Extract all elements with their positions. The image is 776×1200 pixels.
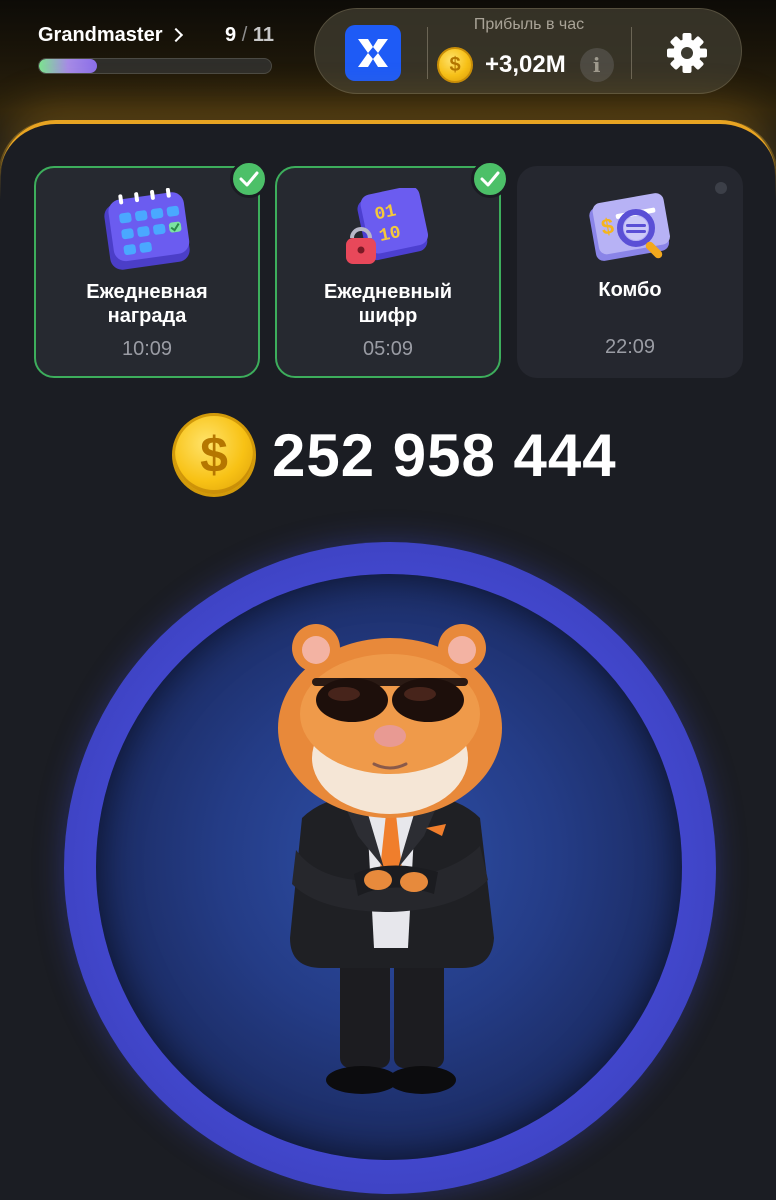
- balance: $ 252 958 444: [172, 412, 617, 498]
- coin-symbol: $: [449, 53, 461, 76]
- combo-card-icon: $: [589, 193, 670, 261]
- level-name-link[interactable]: Grandmaster: [38, 23, 183, 47]
- calendar-icon: [104, 188, 190, 270]
- card-timer: 22:09: [604, 336, 656, 358]
- level-separator: /: [236, 23, 253, 46]
- balance-value: 252 958 444: [272, 421, 617, 489]
- card-timer: 10:09: [121, 338, 173, 360]
- level-progress-bar: [38, 58, 272, 74]
- level-current: 9: [225, 23, 237, 46]
- profit-panel: Прибыль в час $ +3,02M i: [314, 8, 742, 94]
- settings-button[interactable]: [665, 31, 709, 75]
- combo-card[interactable]: $ Комбо 22:09: [517, 166, 743, 378]
- check-icon: [471, 160, 509, 198]
- coin-icon: $: [437, 47, 473, 83]
- coin-symbol: $: [200, 427, 228, 483]
- card-title: Комбо: [598, 279, 662, 301]
- info-symbol: i: [592, 53, 601, 77]
- level-progress-fill: [39, 59, 97, 73]
- gear-icon: [667, 33, 707, 73]
- profit-per-hour: $ +3,02M i: [437, 45, 614, 85]
- exchange-button[interactable]: [345, 25, 401, 81]
- chevron-right-icon: [168, 27, 183, 43]
- profit-per-hour-value: +3,02M: [485, 51, 566, 78]
- daily-cipher-card[interactable]: 01 10 Ежедневный шифр 05:09: [275, 160, 509, 378]
- app-screen: Grandmaster 9 / 11 Прибыль в час $ +3,02…: [0, 0, 776, 1200]
- card-title: Ежедневная награда: [86, 281, 208, 327]
- level-row: Grandmaster 9 / 11: [38, 22, 274, 48]
- coin-icon: $: [172, 413, 256, 497]
- exchange-x-logo-icon: [358, 39, 388, 67]
- info-icon[interactable]: i: [579, 48, 614, 82]
- profit-per-hour-label: Прибыль в час: [473, 16, 585, 33]
- cipher-lock-icon: 01 10: [346, 188, 429, 264]
- level-block[interactable]: Grandmaster 9 / 11: [38, 22, 274, 74]
- divider: [427, 27, 428, 79]
- level-name: Grandmaster: [38, 23, 163, 46]
- level-total: 11: [252, 23, 274, 46]
- level-counter: 9 / 11: [225, 24, 274, 47]
- card-title: Ежедневный шифр: [323, 281, 453, 327]
- check-icon: [230, 160, 268, 198]
- divider: [631, 27, 632, 79]
- card-timer: 05:09: [362, 338, 414, 360]
- daily-reward-card[interactable]: Ежедневная награда 10:09: [34, 160, 268, 378]
- hamster-character-icon[interactable]: [262, 618, 518, 1108]
- status-dot: [715, 182, 727, 194]
